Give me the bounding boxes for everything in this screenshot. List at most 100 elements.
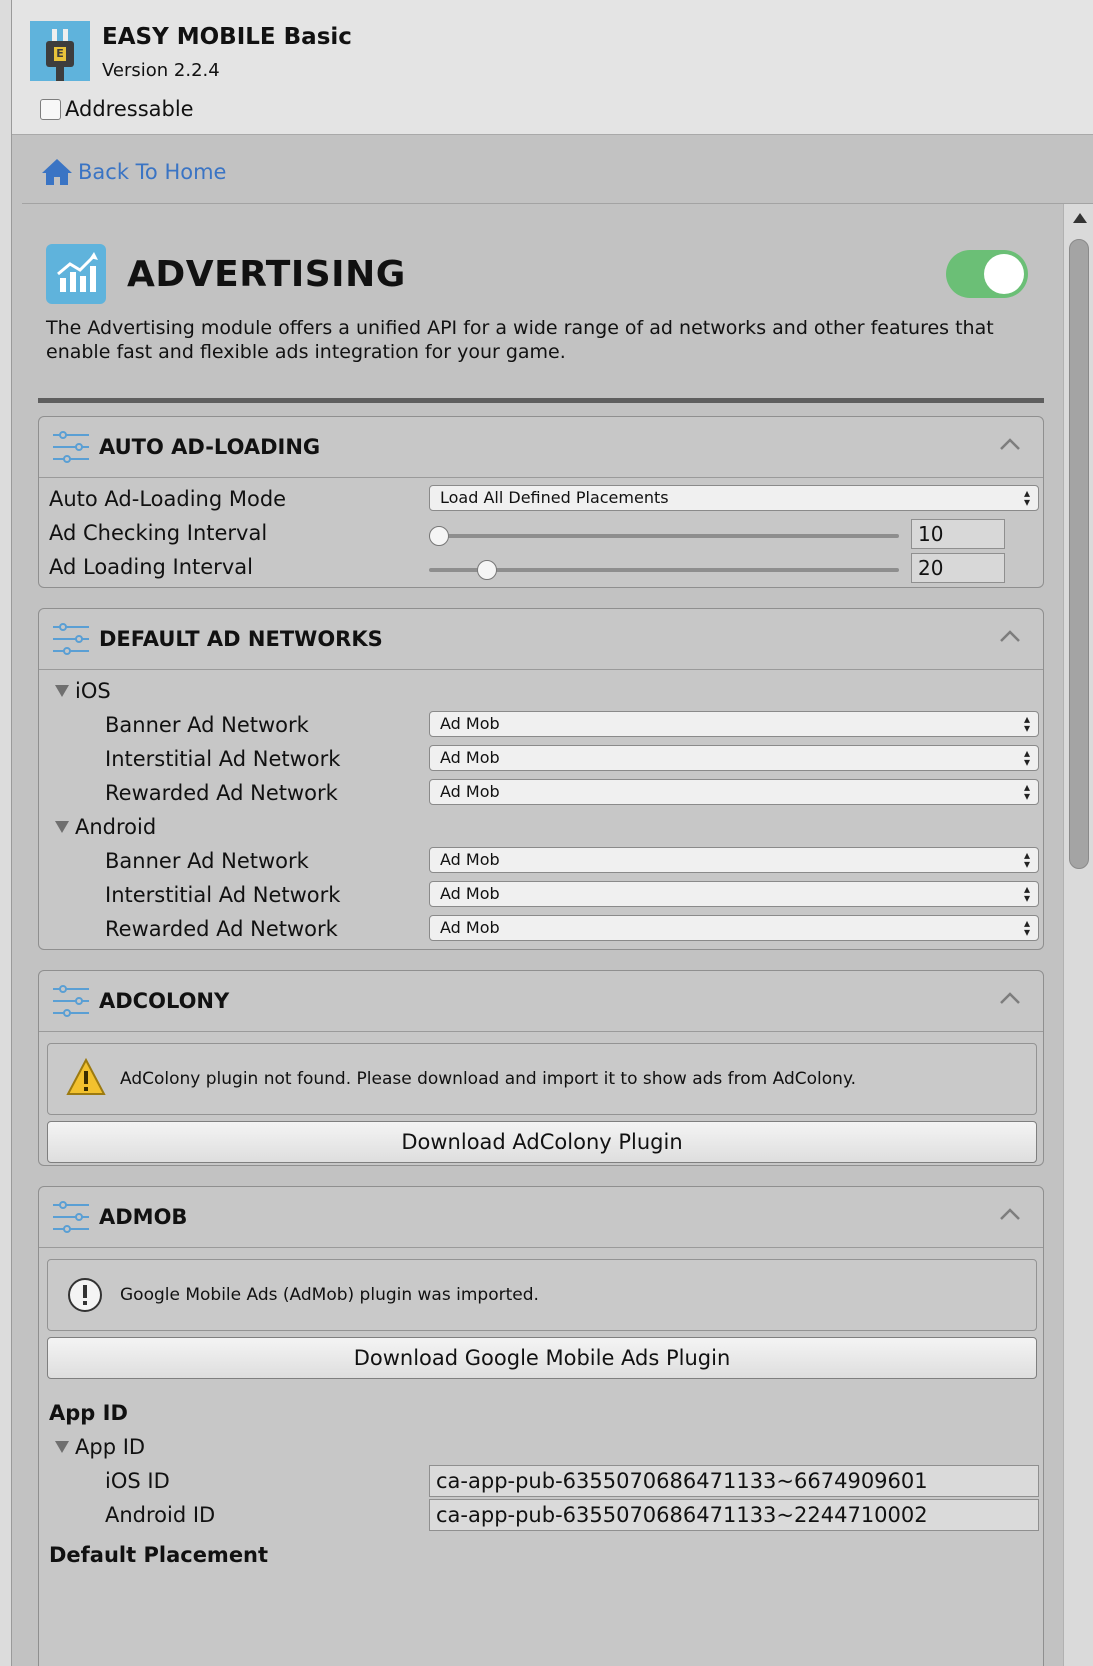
ios-interstitial-dropdown[interactable]: Ad Mob ▴ ▾ [429, 745, 1039, 771]
panel-title: DEFAULT AD NETWORKS [99, 627, 383, 651]
android-id-field[interactable]: ca-app-pub-6355070686471133~2244710002 [429, 1499, 1039, 1531]
ad-loading-interval-slider[interactable] [429, 568, 899, 572]
left-edge [0, 0, 12, 1666]
ios-rewarded-dropdown[interactable]: Ad Mob ▴ ▾ [429, 779, 1039, 805]
advertising-chart-icon [46, 244, 106, 304]
foldout-expanded-icon [55, 685, 69, 697]
dropdown-value: Ad Mob [440, 714, 500, 733]
ios-foldout[interactable]: iOS [55, 679, 111, 703]
panel-header[interactable]: ADMOB [39, 1187, 1043, 1248]
panel-title: ADMOB [99, 1205, 188, 1229]
ios-rewarded-label: Rewarded Ad Network [105, 781, 338, 805]
scrollbar-thumb[interactable] [1069, 239, 1089, 869]
default-ad-networks-panel: DEFAULT AD NETWORKS iOS Banner Ad Networ… [38, 608, 1044, 950]
panel-header[interactable]: AUTO AD-LOADING [39, 417, 1043, 478]
chevron-up-icon[interactable] [999, 437, 1021, 451]
adcolony-warning-box: AdColony plugin not found. Please downlo… [47, 1043, 1037, 1115]
settings-sliders-icon [53, 623, 89, 655]
ad-loading-interval-label: Ad Loading Interval [49, 555, 253, 579]
panel-header[interactable]: DEFAULT AD NETWORKS [39, 609, 1043, 670]
addressable-checkbox[interactable] [40, 98, 61, 120]
android-banner-label: Banner Ad Network [105, 849, 309, 873]
chevron-up-icon[interactable] [999, 1207, 1021, 1221]
ad-checking-interval-slider[interactable] [429, 534, 899, 538]
plug-e-mark: E [54, 47, 66, 61]
easy-mobile-logo-icon: E [30, 21, 90, 81]
auto-loading-mode-label: Auto Ad-Loading Mode [49, 487, 287, 511]
toggle-knob [984, 254, 1024, 294]
download-google-mobile-ads-button[interactable]: Download Google Mobile Ads Plugin [47, 1337, 1037, 1379]
back-to-home-label: Back To Home [78, 160, 227, 184]
dropdown-value: Ad Mob [440, 748, 500, 767]
dropdown-arrows-icon: ▴ ▾ [1023, 746, 1030, 769]
ad-checking-slider-handle[interactable] [429, 526, 449, 546]
scroll-up-arrow-icon[interactable] [1073, 213, 1087, 223]
ios-id-field[interactable]: ca-app-pub-6355070686471133~6674909601 [429, 1465, 1039, 1497]
default-placement-heading: Default Placement [49, 1543, 269, 1567]
plug-cord [56, 67, 64, 81]
android-rewarded-dropdown[interactable]: Ad Mob ▴ ▾ [429, 915, 1039, 941]
module-enable-toggle[interactable] [946, 250, 1028, 298]
ios-foldout-label: iOS [75, 679, 111, 703]
dropdown-value: Load All Defined Placements [440, 488, 669, 507]
download-adcolony-button[interactable]: Download AdColony Plugin [47, 1121, 1037, 1163]
android-banner-dropdown[interactable]: Ad Mob ▴ ▾ [429, 847, 1039, 873]
app-id-foldout[interactable]: App ID [55, 1435, 145, 1459]
ios-interstitial-label: Interstitial Ad Network [105, 747, 341, 771]
dropdown-arrows-icon: ▴ ▾ [1023, 916, 1030, 939]
chevron-up-icon[interactable] [999, 629, 1021, 643]
module-description: The Advertising module offers a unified … [46, 317, 994, 363]
admob-info-text: Google Mobile Ads (AdMob) plugin was imp… [120, 1285, 539, 1305]
info-icon [68, 1278, 102, 1312]
adcolony-panel: ADCOLONY AdColony plugin not found. Plea… [38, 970, 1044, 1166]
dropdown-value: Ad Mob [440, 782, 500, 801]
android-foldout-label: Android [75, 815, 157, 839]
back-to-home-link[interactable]: Back To Home [40, 157, 226, 187]
admob-info-box: Google Mobile Ads (AdMob) plugin was imp… [47, 1259, 1037, 1331]
foldout-expanded-icon [55, 1441, 69, 1453]
panel-title: AUTO AD-LOADING [99, 435, 321, 459]
ad-loading-interval-field[interactable]: 20 [911, 553, 1005, 583]
dropdown-value: Ad Mob [440, 918, 500, 937]
dropdown-arrows-icon: ▴ ▾ [1023, 486, 1030, 509]
module-title: ADVERTISING [127, 254, 406, 295]
android-interstitial-dropdown[interactable]: Ad Mob ▴ ▾ [429, 881, 1039, 907]
ios-banner-label: Banner Ad Network [105, 713, 309, 737]
settings-sliders-icon [53, 431, 89, 463]
dropdown-value: Ad Mob [440, 884, 500, 903]
ios-id-label: iOS ID [105, 1469, 170, 1493]
ad-checking-interval-field[interactable]: 10 [911, 519, 1005, 549]
android-foldout[interactable]: Android [55, 815, 156, 839]
addressable-toggle[interactable]: Addressable [40, 97, 194, 121]
auto-loading-mode-dropdown[interactable]: Load All Defined Placements ▴ ▾ [429, 485, 1039, 511]
warning-icon [66, 1058, 106, 1095]
ios-banner-dropdown[interactable]: Ad Mob ▴ ▾ [429, 711, 1039, 737]
dropdown-arrows-icon: ▴ ▾ [1023, 780, 1030, 803]
ad-loading-slider-handle[interactable] [477, 560, 497, 580]
settings-sliders-icon [53, 1201, 89, 1233]
dropdown-arrows-icon: ▴ ▾ [1023, 712, 1030, 735]
app-header: E EASY MOBILE Basic Version 2.2.4 Addres… [12, 0, 1093, 135]
dropdown-arrows-icon: ▴ ▾ [1023, 848, 1030, 871]
chevron-up-icon[interactable] [999, 991, 1021, 1005]
addressable-label: Addressable [65, 97, 194, 121]
foldout-expanded-icon [55, 821, 69, 833]
android-interstitial-label: Interstitial Ad Network [105, 883, 341, 907]
panel-header[interactable]: ADCOLONY [39, 971, 1043, 1032]
module-settings-scroll[interactable]: ADVERTISING The Advertising module offer… [22, 204, 1062, 1666]
android-id-label: Android ID [105, 1503, 216, 1527]
settings-sliders-icon [53, 985, 89, 1017]
module-header: ADVERTISING [46, 244, 1036, 308]
dropdown-arrows-icon: ▴ ▾ [1023, 882, 1030, 905]
adcolony-warning-text: AdColony plugin not found. Please downlo… [120, 1069, 856, 1089]
home-icon [42, 159, 72, 185]
vertical-scrollbar[interactable] [1063, 204, 1093, 1666]
app-title: EASY MOBILE Basic [102, 24, 352, 50]
section-divider [38, 398, 1044, 403]
android-rewarded-label: Rewarded Ad Network [105, 917, 338, 941]
app-id-foldout-label: App ID [75, 1435, 146, 1459]
panel-title: ADCOLONY [99, 989, 230, 1013]
app-version: Version 2.2.4 [102, 60, 220, 81]
auto-ad-loading-panel: AUTO AD-LOADING Auto Ad-Loading Mode Loa… [38, 416, 1044, 588]
ad-checking-interval-label: Ad Checking Interval [49, 521, 268, 545]
